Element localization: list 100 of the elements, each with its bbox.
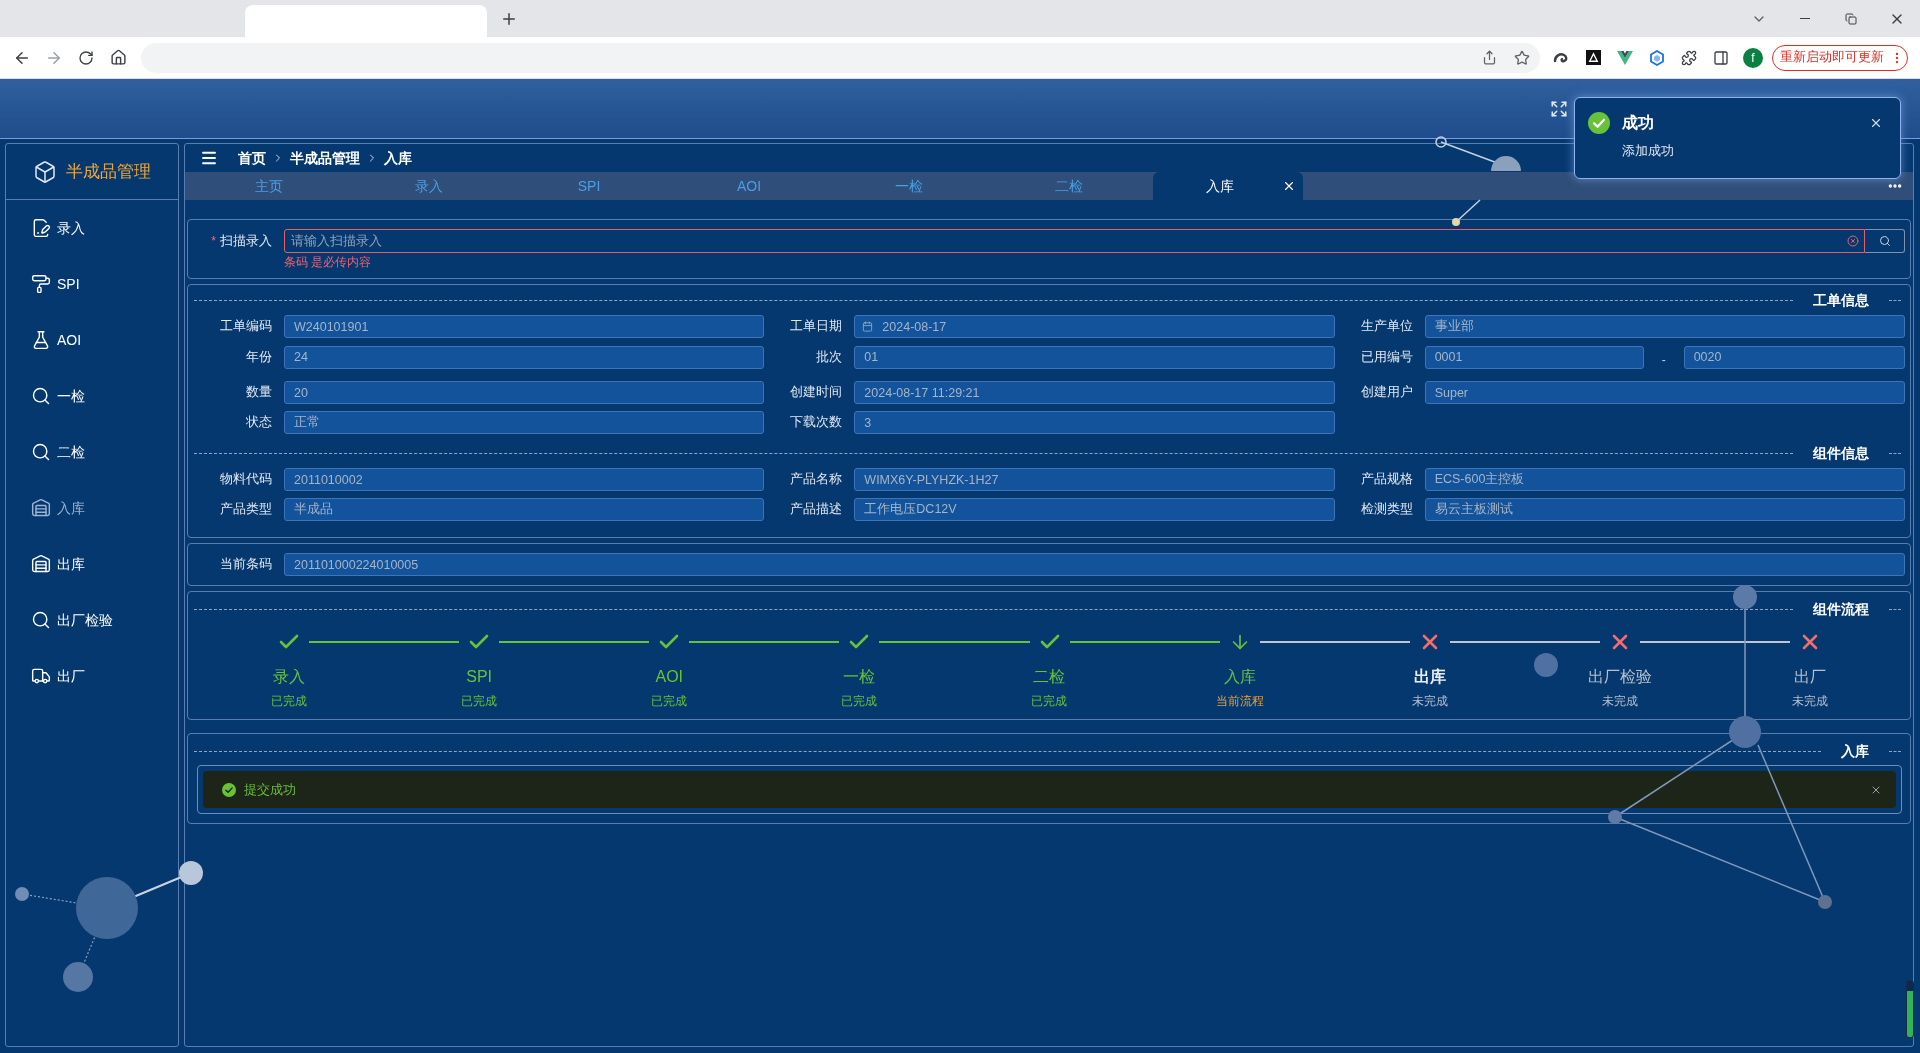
field-label: 产品规格 [1359,471,1413,489]
puzzle-icon [1681,49,1697,66]
calendar-icon [862,321,874,332]
field-label: 物料代码 [219,471,272,489]
range-separator: - [1660,352,1667,369]
field-label: 批次 [815,348,843,366]
warehouse-icon [31,498,51,518]
tab[interactable]: SPI [509,172,669,200]
success-icon [222,782,236,797]
breadcrumb-current: 入库 [384,148,412,168]
sidebar-item[interactable]: AOI [6,312,178,368]
input-field[interactable]: ECS-600主控板 [1424,468,1905,491]
sidebar-item[interactable]: SPI [6,256,178,312]
section-title: 组件流程 [1812,602,1870,616]
tab[interactable]: AOI [669,172,829,200]
search-button[interactable] [1865,229,1905,253]
step-status: 已完成 [1031,693,1068,709]
step-status: 已完成 [271,693,308,709]
step-status: 未完成 [1601,693,1638,709]
input-field[interactable]: Super [1424,381,1905,404]
required-mark: * [211,233,216,250]
step-status: 已完成 [841,693,878,709]
tab[interactable]: 入库 [1153,172,1303,200]
menu-button[interactable] [200,149,218,167]
menu-icon [200,149,218,167]
field-label: 扫描录入 [220,232,272,250]
magnifier-icon [31,610,51,630]
section-title: 工单信息 [1812,293,1870,307]
input-field[interactable]: 工作电压DC12V [854,498,1335,521]
input-field[interactable]: 2024-08-17 11:29:21 [854,381,1335,404]
date-field[interactable]: 2024-08-17 [854,315,1335,338]
field-label: 创建时间 [789,384,843,402]
flask-icon [31,330,51,350]
notification-title: 成功 [1622,113,1655,133]
step-status: 当前流程 [1215,693,1264,709]
step-title: 出厂 [1793,667,1826,687]
clear-icon[interactable] [1847,235,1859,247]
step-title: 出厂检验 [1587,667,1652,687]
minimize-icon [1800,18,1810,19]
paint-roller-icon [31,274,51,294]
field-label: 创建用户 [1359,384,1413,402]
field-label: 已用编号 [1359,348,1413,366]
sidebar-item[interactable]: 出厂 [6,648,178,704]
input-field[interactable]: 易云主板测试 [1424,498,1905,521]
breadcrumb-link[interactable]: 半成品管理 [290,147,360,169]
breadcrumb-link[interactable]: 首页 [238,147,266,169]
close-icon[interactable] [1282,179,1296,193]
tab[interactable]: 录入 [349,172,509,200]
sidebar-item[interactable]: 录入 [6,200,178,256]
input-field[interactable]: 正常 [284,411,765,434]
reload-icon [78,49,94,66]
scan-input-field[interactable]: 请输入扫描录入 [284,229,1865,253]
success-icon [1588,112,1610,134]
plus-icon [500,10,518,28]
step-title: 一检 [843,667,876,687]
input-field[interactable]: 3 [854,411,1335,434]
sidebar-item[interactable]: 出厂检验 [6,592,178,648]
sidebar-item[interactable]: 一检 [6,368,178,424]
input-field[interactable]: 20 [284,381,765,404]
field-label: 生产单位 [1359,318,1413,336]
input-field[interactable]: 24 [284,345,765,369]
tab[interactable]: 一检 [829,172,989,200]
form-icon [31,218,51,238]
truck-icon [31,666,51,686]
input-field[interactable]: 2011010002 [284,468,765,491]
close-icon[interactable] [1869,116,1883,130]
hexagon-icon [1649,49,1665,66]
magnifier-icon [31,386,51,406]
sidebar-item[interactable]: 出库 [6,536,178,592]
input-field[interactable]: 0001 [1424,345,1644,369]
notification-message: 添加成功 [1622,142,1675,160]
particle-node-drawing [1534,653,1558,677]
profile-avatar[interactable]: f [1743,47,1763,68]
input-field[interactable]: 事业部 [1424,315,1905,338]
cube-icon [33,159,57,184]
input-field[interactable]: 0020 [1683,345,1905,369]
input-field[interactable]: 201101000224010005 [284,553,1905,576]
step-title: 录入 [273,667,306,687]
tab[interactable]: 主页 [189,172,349,200]
share-icon [1481,50,1497,65]
scroll-indicator [1906,980,1914,1038]
input-field[interactable]: 半成品 [284,498,765,521]
square-logo-icon [1585,50,1601,65]
alert-message: 提交成功 [244,780,296,799]
section-title: 组件信息 [1812,446,1870,460]
field-label: 产品名称 [789,471,843,489]
tab[interactable]: 二检 [989,172,1149,200]
field-label: 当前条码 [219,556,272,574]
sidebar-item[interactable]: 二检 [6,424,178,480]
sidebar-item[interactable]: 入库 [6,480,178,536]
field-label: 产品描述 [789,501,843,519]
input-field[interactable]: WIMX6Y-PLYHZK-1H27 [854,468,1335,491]
step-status: 未完成 [1411,693,1448,709]
search-icon [1878,235,1891,247]
star-icon [1514,49,1530,66]
input-field[interactable]: 01 [854,345,1335,369]
sidebar-title: 半成品管理 [66,160,151,183]
input-field[interactable]: W240101901 [284,315,765,338]
field-label: 年份 [245,348,272,366]
field-label: 检测类型 [1359,501,1413,519]
